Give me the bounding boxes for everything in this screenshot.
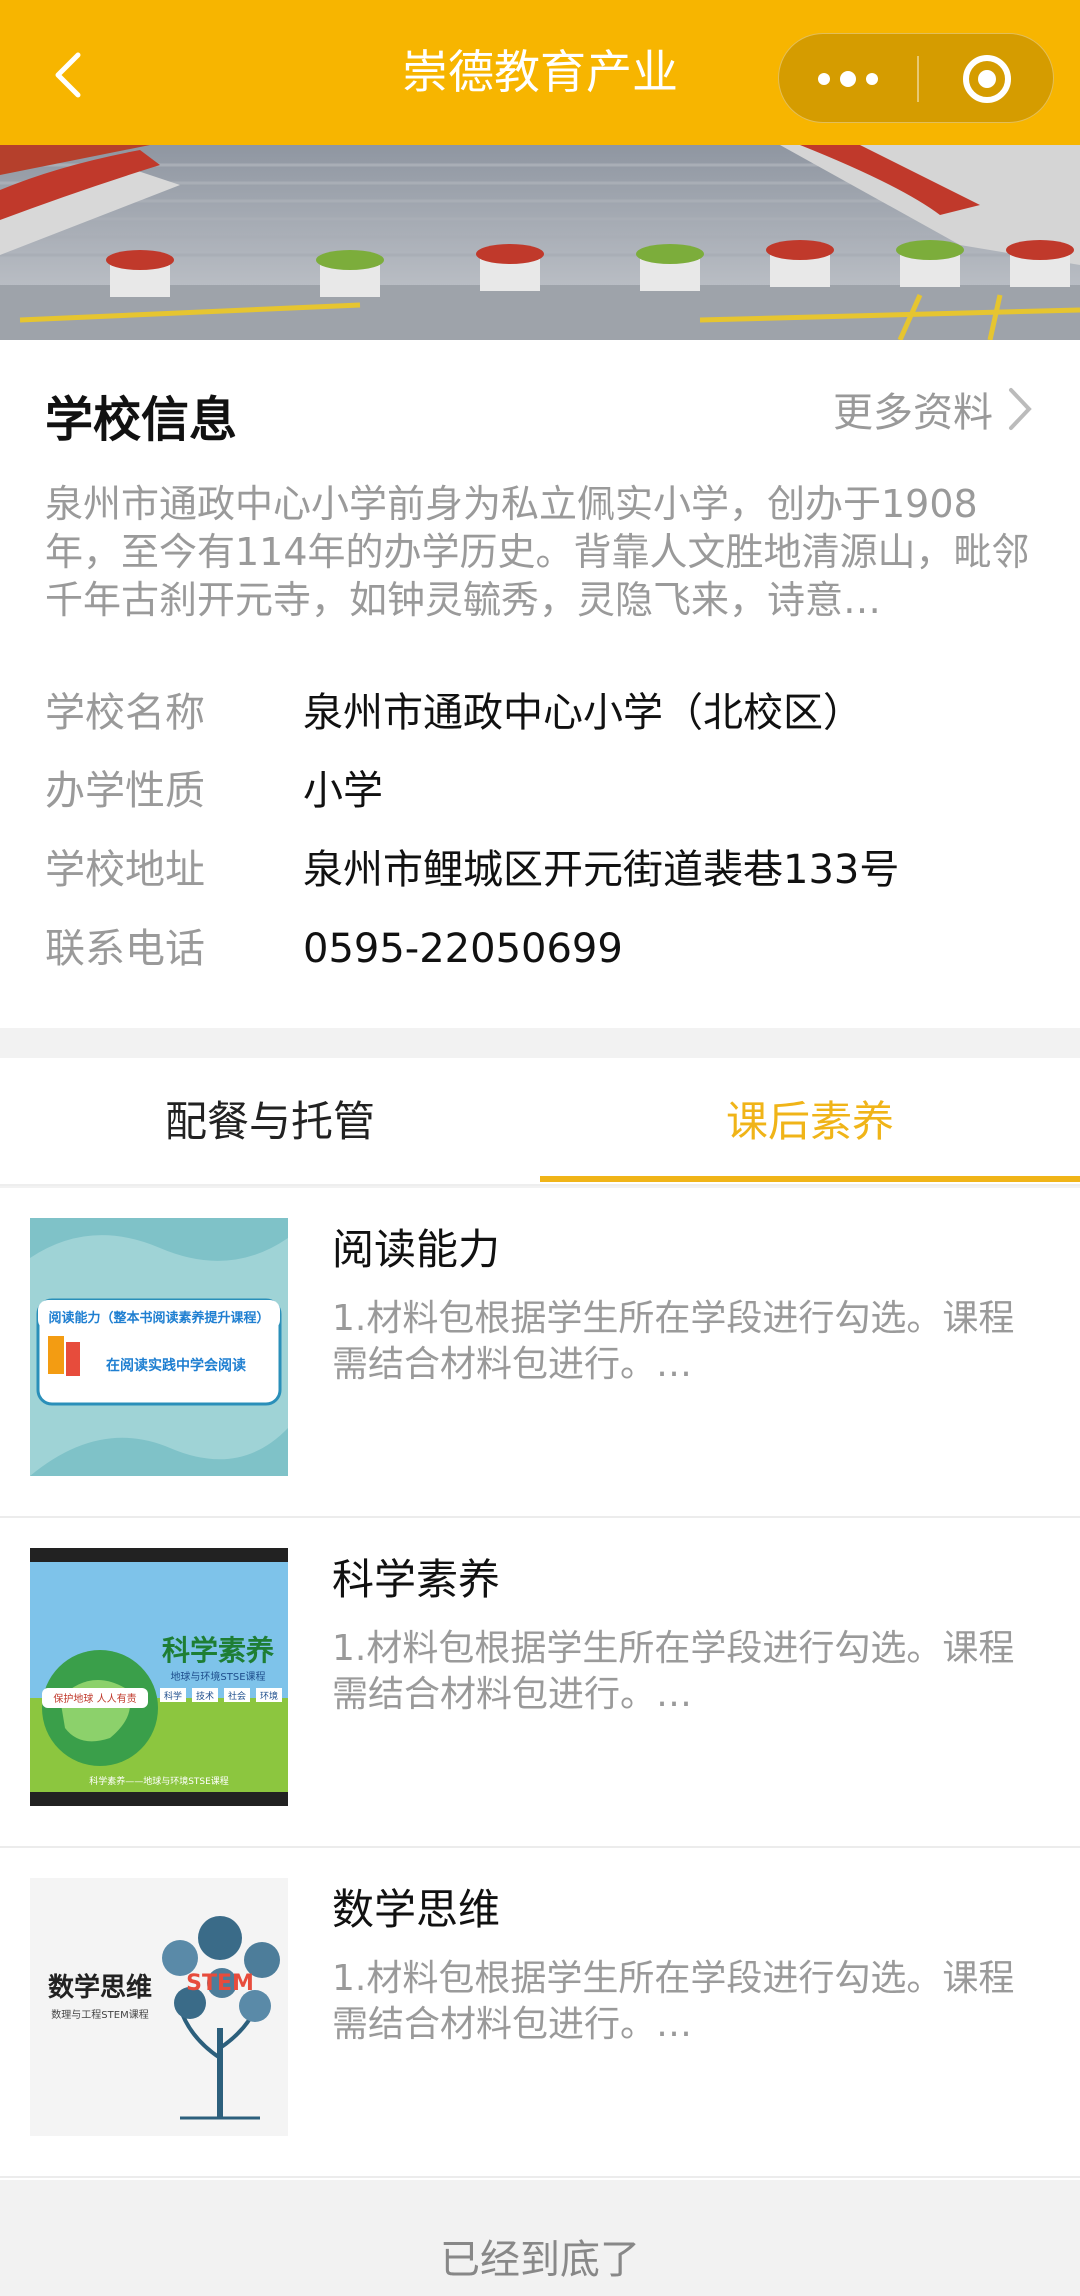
more-info-label: 更多资料 <box>833 390 993 436</box>
thumb-text: 数理与工程STEM课程 <box>51 2008 148 2021</box>
course-title: 科学素养 <box>332 1555 501 1604</box>
info-key: 学校名称 <box>45 690 205 736</box>
course-description: 1.材料包根据学生所在学段进行勾选。课程需结合材料包进行。… <box>332 1958 1015 2045</box>
thumb-text: 数学思维 <box>48 1972 152 2003</box>
info-value: 泉州市通政中心小学（北校区） <box>303 690 863 736</box>
chevron-right-icon <box>1009 388 1032 430</box>
course-title: 阅读能力 <box>332 1225 501 1274</box>
course-description: 1.材料包根据学生所在学段进行勾选。课程需结合材料包进行。… <box>332 1298 1015 1385</box>
course-thumbnail-science: 保护地球 人人有责 科学素养 地球与环境STSE课程 科学 技术 社会 环境 科… <box>30 1548 288 1806</box>
info-row-name: 学校名称 泉州市通政中心小学（北校区） <box>45 680 1045 738</box>
thumb-text: 科学素养——地球与环境STSE课程 <box>89 1775 229 1787</box>
thumb-text: 阅读能力（整本书阅读素养提升课程） <box>48 1310 269 1326</box>
list-item[interactable]: 数学思维 数理与工程STEM课程 STEM 数学思维 1.材料包根据学生所在学段… <box>0 1848 1080 2178</box>
list-item[interactable]: 阅读能力（整本书阅读素养提升课程） 在阅读实践中学会阅读 阅读能力 1.材料包根… <box>0 1188 1080 1518</box>
thumb-text: 保护地球 人人有责 <box>53 1692 136 1705</box>
active-tab-indicator <box>540 1176 1080 1182</box>
course-title: 数学思维 <box>332 1885 501 1934</box>
target-circle-icon[interactable] <box>919 34 1055 124</box>
info-value: 小学 <box>303 768 383 814</box>
info-key: 办学性质 <box>45 768 205 814</box>
school-description: 泉州市通政中心小学前身为私立佩实小学，创办于1908年，至今有114年的办学历史… <box>45 482 1030 622</box>
course-thumbnail-math: 数学思维 数理与工程STEM课程 STEM <box>30 1878 288 2136</box>
section-title: 学校信息 <box>45 392 238 448</box>
school-banner-image <box>0 145 1080 340</box>
info-key: 联系电话 <box>45 926 205 972</box>
info-key: 学校地址 <box>45 847 205 893</box>
mini-program-capsule <box>778 33 1054 123</box>
course-description: 1.材料包根据学生所在学段进行勾选。课程需结合材料包进行。… <box>332 1628 1015 1715</box>
course-thumbnail-reading: 阅读能力（整本书阅读素养提升课程） 在阅读实践中学会阅读 <box>30 1218 288 1476</box>
navigation-bar: 崇德教育产业 <box>0 0 1080 145</box>
thumb-text: STEM <box>186 1971 254 1996</box>
more-dots-icon[interactable] <box>779 34 917 124</box>
end-of-list-text: 已经到底了 <box>440 2237 640 2283</box>
thumb-text: 科学素养 <box>162 1634 274 1667</box>
thumb-tag: 社会 <box>228 1690 246 1702</box>
thumb-tag: 技术 <box>196 1690 214 1702</box>
tab-bar: 配餐与托管 课后素养 <box>0 1058 1080 1186</box>
list-item[interactable]: 保护地球 人人有责 科学素养 地球与环境STSE课程 科学 技术 社会 环境 科… <box>0 1518 1080 1848</box>
course-list: 阅读能力（整本书阅读素养提升课程） 在阅读实践中学会阅读 阅读能力 1.材料包根… <box>0 1188 1080 2180</box>
thumb-tag: 科学 <box>164 1690 182 1702</box>
thumb-text: 地球与环境STSE课程 <box>170 1670 265 1683</box>
info-value[interactable]: 0595-22050699 <box>303 926 623 972</box>
tab-after-school[interactable]: 课后素养 <box>540 1058 1080 1186</box>
more-info-link[interactable]: 更多资料 <box>833 380 1035 438</box>
school-info-card: 学校信息 更多资料 泉州市通政中心小学前身为私立佩实小学，创办于1908年，至今… <box>0 340 1080 1028</box>
info-row-address: 学校地址 泉州市鲤城区开元街道裴巷133号 <box>45 837 1045 895</box>
thumb-tag: 环境 <box>260 1690 278 1702</box>
info-row-phone: 联系电话 0595-22050699 <box>45 916 1045 974</box>
tab-meals-care[interactable]: 配餐与托管 <box>0 1058 540 1186</box>
info-value: 泉州市鲤城区开元街道裴巷133号 <box>303 847 900 893</box>
thumb-text: 在阅读实践中学会阅读 <box>106 1357 246 1374</box>
info-row-type: 办学性质 小学 <box>45 758 1045 816</box>
